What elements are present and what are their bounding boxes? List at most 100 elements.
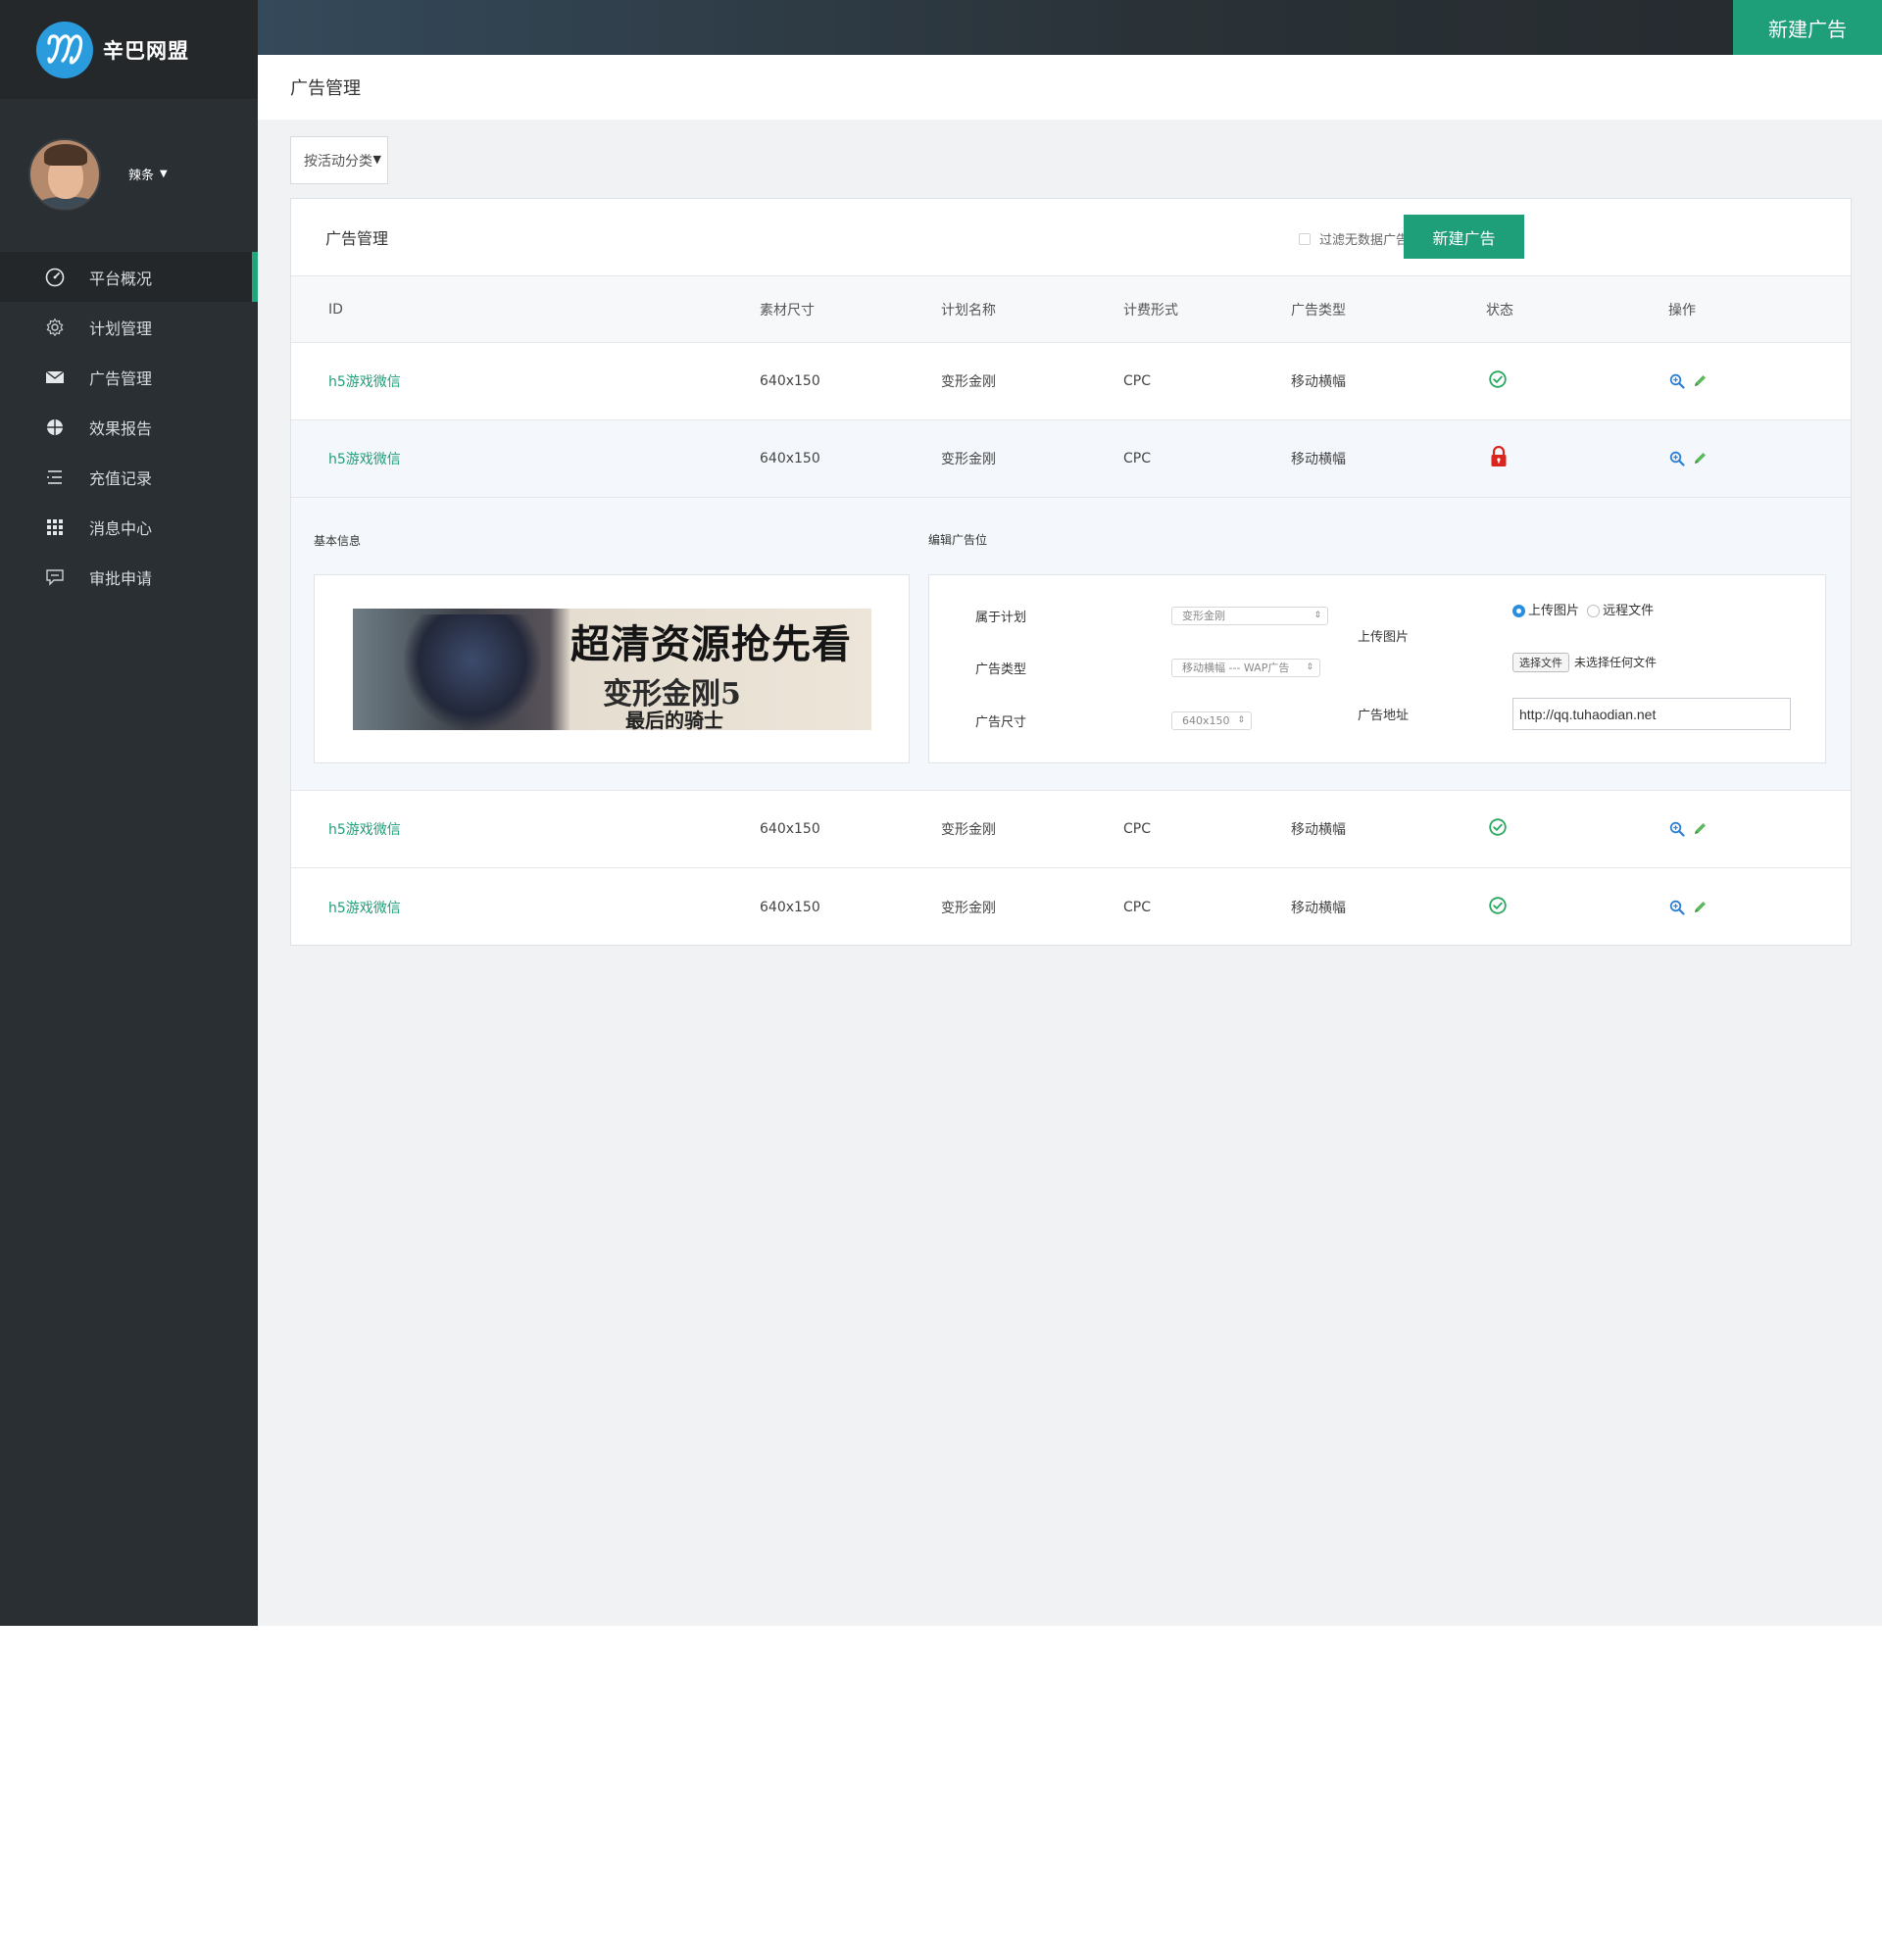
sidebar-item-approval[interactable]: 审批申请 [0,552,258,602]
upload-mode-radios: 上传图片 远程文件 [1512,600,1654,618]
updown-icon: ⇕ [1313,611,1321,620]
edit-pencil-icon[interactable] [1692,900,1708,915]
banner-subtitle: 最后的骑士 [625,709,723,730]
sidebar-item-label: 平台概况 [89,269,153,288]
sidebar-item-overview[interactable]: 平台概况 [0,252,258,302]
brand-logo-icon [36,21,93,78]
cell-plan: 变形金刚 [941,900,996,916]
cell-type: 移动横幅 [1291,822,1346,838]
gear-icon [44,317,66,338]
sidebar-item-messages[interactable]: 消息中心 [0,502,258,552]
zoom-icon[interactable] [1669,373,1685,389]
dropdown-arrow-icon: ▼ [372,153,381,166]
robot-figure [404,614,541,730]
ad-size-select-value: 640x150 [1182,714,1230,727]
ad-id-link[interactable]: h5游戏微信 [328,898,401,917]
sidebar-item-recharge[interactable]: 充值记录 [0,452,258,502]
status-lock-icon [1490,445,1508,471]
cell-size: 640x150 [760,899,820,915]
user-menu[interactable]: 辣条 ▼ [128,165,168,183]
sidebar-item-label: 计划管理 [89,318,153,338]
column-header-type: 广告类型 [1291,302,1346,318]
activity-category-value: 按活动分类 [304,153,372,170]
panel-title: 广告管理 [325,229,389,248]
radio-upload-label: 上传图片 [1528,604,1580,618]
row-actions [1669,451,1708,466]
ad-type-select-value: 移动横幅 --- WAP广告 [1182,662,1290,674]
zoom-icon[interactable] [1669,900,1685,915]
dashboard-icon [44,267,66,288]
cell-plan: 变形金刚 [941,374,996,390]
chat-icon [44,566,66,588]
grid-icon [44,516,66,538]
ad-size-label: 广告尺寸 [975,715,1027,730]
main-content: 广告管理 按活动分类 ▼ 广告管理 过滤无数据广告 新建广告 ID 素材尺寸 计… [258,55,1882,1626]
plan-select-value: 变形金刚 [1182,610,1225,622]
updown-icon: ⇕ [1306,662,1313,672]
edit-pencil-icon[interactable] [1692,373,1708,389]
checkbox-box[interactable] [1299,232,1311,245]
cell-billing: CPC [1123,821,1151,837]
file-picker: 选择文件 未选择任何文件 [1512,653,1657,672]
cell-type: 移动横幅 [1291,900,1346,916]
updown-icon: ⇕ [1237,715,1245,725]
upload-image-label: 上传图片 [1358,630,1410,645]
zoom-icon[interactable] [1669,821,1685,837]
sidebar-item-ads[interactable]: 广告管理 [0,352,258,402]
sidebar-item-label: 广告管理 [89,368,153,388]
globe-icon [44,416,66,438]
ad-url-label: 广告地址 [1358,709,1410,723]
column-header-plan: 计划名称 [941,302,996,318]
status-ok-icon [1489,896,1507,918]
cell-billing: CPC [1123,451,1151,466]
cell-plan: 变形金刚 [941,822,996,838]
table-row: h5游戏微信 640x150 变形金刚 CPC 移动横幅 [291,791,1851,868]
row-actions [1669,821,1708,837]
logo-bar: 辛巴网盟 [0,0,258,99]
table-row: h5游戏微信 640x150 变形金刚 CPC 移动横幅 [291,420,1851,498]
cell-billing: CPC [1123,899,1151,915]
sidebar-item-label: 效果报告 [89,418,153,438]
panel-new-ad-button[interactable]: 新建广告 [1404,215,1524,259]
new-ad-button[interactable]: 新建广告 [1733,0,1882,55]
sidebar-item-plans[interactable]: 计划管理 [0,302,258,352]
status-ok-icon [1489,370,1507,392]
ad-type-select[interactable]: 移动横幅 --- WAP广告 ⇕ [1171,659,1320,677]
plan-label: 属于计划 [975,611,1027,625]
status-ok-icon [1489,818,1507,840]
top-bar: 新建广告 [258,0,1882,55]
list-icon [44,466,66,488]
envelope-icon [44,367,66,388]
column-header-actions: 操作 [1668,302,1696,318]
ad-id-link[interactable]: h5游戏微信 [328,371,401,391]
caret-down-icon: ▼ [160,169,168,179]
radio-remote-file[interactable] [1587,605,1601,617]
edit-pencil-icon[interactable] [1692,451,1708,466]
column-header-billing: 计费形式 [1123,302,1178,318]
cell-billing: CPC [1123,373,1151,389]
activity-category-select[interactable]: 按活动分类 ▼ [290,136,388,184]
page-title-bar: 广告管理 [258,55,1882,120]
sidebar-item-reports[interactable]: 效果报告 [0,402,258,452]
page-title: 广告管理 [290,78,361,99]
cell-type: 移动横幅 [1291,452,1346,467]
cell-size: 640x150 [760,451,820,466]
sidebar-item-label: 消息中心 [89,518,153,538]
ad-url-input[interactable] [1512,698,1791,730]
filter-no-data-checkbox[interactable]: 过滤无数据广告 [1299,229,1409,248]
ad-detail-expanded: 基本信息 编辑广告位 超清资源抢先看 变形金刚5 最后的骑士 属于计划 变形金刚… [291,498,1851,791]
cell-size: 640x150 [760,821,820,837]
plan-select[interactable]: 变形金刚 ⇕ [1171,607,1328,625]
avatar[interactable] [28,137,101,211]
ad-id-link[interactable]: h5游戏微信 [328,819,401,839]
basic-info-title: 基本信息 [314,534,362,548]
edit-form-card: 属于计划 变形金刚 ⇕ 广告类型 移动横幅 --- WAP广告 ⇕ 广告尺寸 640… [928,574,1826,763]
ad-id-link[interactable]: h5游戏微信 [328,449,401,468]
edit-pencil-icon[interactable] [1692,821,1708,837]
cell-type: 移动横幅 [1291,374,1346,390]
choose-file-button[interactable]: 选择文件 [1512,653,1569,672]
ad-size-select[interactable]: 640x150 ⇕ [1171,711,1252,730]
radio-upload-image[interactable] [1512,605,1525,617]
zoom-icon[interactable] [1669,451,1685,466]
brand-name: 辛巴网盟 [103,38,189,63]
